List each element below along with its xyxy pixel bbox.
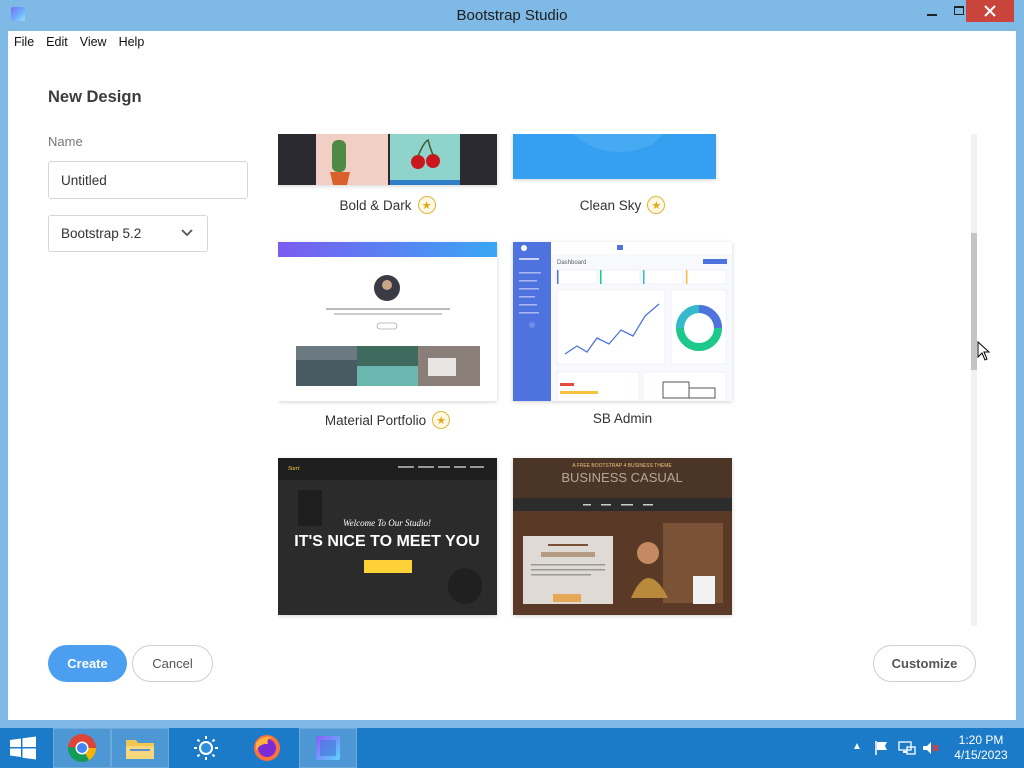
agency-headline: IT'S NICE TO MEET YOU <box>294 533 479 550</box>
name-input[interactable] <box>48 161 248 199</box>
agency-welcome: Welcome To Our Studio! <box>343 518 431 528</box>
template-name: Clean Sky ★ <box>513 196 732 214</box>
agency-logo: Start <box>288 466 300 472</box>
template-thumbnail <box>513 134 716 179</box>
close-icon <box>984 5 996 17</box>
new-design-dialog: New Design Name Bootstrap 5.2 <box>8 53 1016 720</box>
clean-sky-preview <box>513 134 716 179</box>
template-card-bold-dark[interactable]: Bold & Dark ★ <box>278 134 497 214</box>
chrome-icon <box>68 734 96 762</box>
template-thumbnail <box>278 242 497 401</box>
business-tag: A FREE BOOTSTRAP 4 BUSINESS THEME <box>572 463 672 469</box>
template-label: Clean Sky <box>579 197 642 213</box>
taskbar-weather-app[interactable] <box>178 729 234 767</box>
template-card-material-portfolio[interactable]: Material Portfolio ★ <box>278 242 497 429</box>
create-button[interactable]: Create <box>48 645 127 682</box>
chevron-down-icon <box>181 229 193 237</box>
name-label: Name <box>48 134 83 149</box>
menu-bar: File Edit View Help <box>8 31 1016 53</box>
tray-expand-icon[interactable]: ▲ <box>852 741 862 752</box>
template-thumbnail: A FREE BOOTSTRAP 4 BUSINESS THEME BUSINE… <box>513 458 732 615</box>
windows-start-icon[interactable] <box>8 736 38 760</box>
title-bar[interactable]: Bootstrap Studio <box>0 0 1024 31</box>
menu-file[interactable]: File <box>8 35 40 49</box>
template-label: Bold & Dark <box>339 197 412 213</box>
premium-star-icon: ★ <box>647 196 666 214</box>
business-title: BUSINESS CASUAL <box>561 470 682 485</box>
taskbar: ▲ 1:20 PM 4/15/2023 <box>0 728 1024 768</box>
template-card-clean-sky[interactable]: Clean Sky ★ <box>513 134 732 214</box>
template-thumbnail <box>278 134 497 185</box>
business-casual-preview: A FREE BOOTSTRAP 4 BUSINESS THEME BUSINE… <box>513 458 732 615</box>
template-card-agency[interactable]: Start Welcome To Our Studio! IT'S NICE T… <box>278 458 497 615</box>
sb-admin-heading: Dashboard <box>557 260 586 266</box>
taskbar-file-explorer[interactable] <box>111 728 169 768</box>
dialog-title: New Design <box>48 88 142 106</box>
template-grid: Bold & Dark ★ Clean Sky ★ Material Portf… <box>278 134 968 626</box>
template-card-sb-admin[interactable]: Dashboard SB Admin <box>513 242 732 426</box>
menu-view[interactable]: View <box>74 35 113 49</box>
network-icon[interactable] <box>898 740 916 756</box>
window-title: Bootstrap Studio <box>456 7 568 24</box>
mouse-cursor-icon <box>977 341 991 361</box>
action-center-flag-icon[interactable] <box>874 740 890 756</box>
app-window: Bootstrap Studio File Edit View Help New… <box>0 0 1024 728</box>
template-name: Material Portfolio ★ <box>278 411 497 429</box>
taskbar-chrome[interactable] <box>53 728 111 768</box>
clock-time: 1:20 PM <box>958 733 1004 747</box>
template-label: SB Admin <box>592 411 653 426</box>
bootstrap-studio-icon <box>316 736 340 760</box>
material-portfolio-preview <box>278 242 497 401</box>
template-card-business-casual[interactable]: A FREE BOOTSTRAP 4 BUSINESS THEME BUSINE… <box>513 458 732 615</box>
bold-dark-preview <box>278 134 497 185</box>
premium-star-icon: ★ <box>417 196 436 214</box>
template-label: Material Portfolio <box>324 412 427 428</box>
template-thumbnail: Start Welcome To Our Studio! IT'S NICE T… <box>278 458 497 615</box>
volume-muted-icon[interactable] <box>922 740 940 756</box>
minimize-icon <box>927 14 937 16</box>
agency-preview: Start Welcome To Our Studio! IT'S NICE T… <box>278 458 497 615</box>
folder-icon <box>126 740 154 759</box>
menu-edit[interactable]: Edit <box>40 35 74 49</box>
template-name: SB Admin <box>513 411 732 426</box>
customize-button[interactable]: Customize <box>873 645 976 682</box>
system-clock[interactable]: 1:20 PM 4/15/2023 <box>948 733 1014 763</box>
minimize-button[interactable] <box>915 0 949 22</box>
menu-help[interactable]: Help <box>113 35 151 49</box>
clock-date: 4/15/2023 <box>954 748 1008 762</box>
template-scrollbar[interactable] <box>971 134 977 626</box>
bootstrap-version-value: Bootstrap 5.2 <box>61 226 142 241</box>
cancel-button[interactable]: Cancel <box>132 645 213 682</box>
close-button[interactable] <box>966 0 1014 22</box>
template-name: Bold & Dark ★ <box>278 196 497 214</box>
sb-admin-preview: Dashboard <box>513 242 732 401</box>
premium-star-icon: ★ <box>432 411 451 429</box>
firefox-icon <box>254 735 280 761</box>
bootstrap-version-select[interactable]: Bootstrap 5.2 <box>48 215 208 252</box>
maximize-icon <box>954 6 964 15</box>
template-thumbnail: Dashboard <box>513 242 732 401</box>
taskbar-firefox[interactable] <box>239 729 295 767</box>
taskbar-bootstrap-studio[interactable] <box>299 728 357 768</box>
sun-icon <box>194 736 218 760</box>
